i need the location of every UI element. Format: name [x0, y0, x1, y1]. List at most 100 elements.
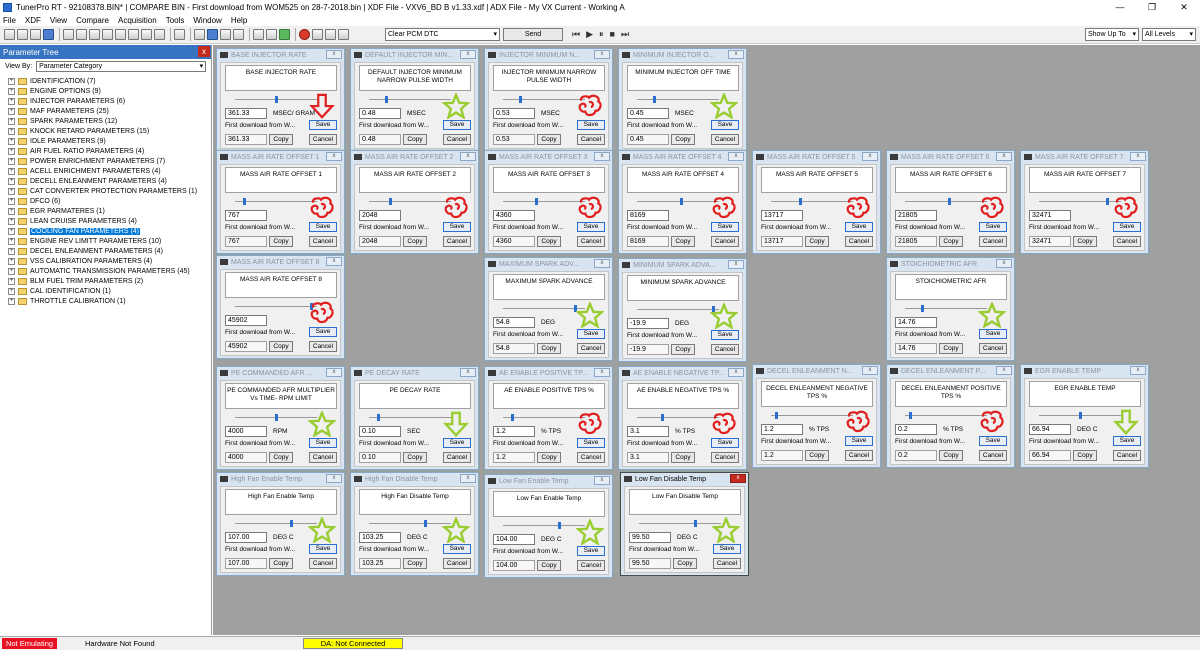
value-slider[interactable] — [235, 414, 317, 421]
parameter-window[interactable]: Low Fan Enable Temp x Low Fan Enable Temp 1… — [484, 474, 613, 578]
tree-item[interactable]: + ENGINE OPTIONS (9) — [8, 86, 211, 96]
slider-thumb[interactable] — [290, 520, 293, 527]
value-input[interactable]: -19.9 — [627, 318, 669, 329]
maximize-icon[interactable]: ❐ — [1136, 0, 1168, 14]
tree-item[interactable]: + LEAN CRUISE PARAMETERS (4) — [8, 216, 211, 226]
menu-help[interactable]: Help — [231, 16, 247, 25]
window-close-button[interactable]: x — [728, 260, 744, 269]
copy-button[interactable]: Copy — [269, 452, 293, 463]
window-close-button[interactable]: x — [460, 474, 476, 483]
cancel-button[interactable]: Cancel — [979, 343, 1007, 354]
value-input[interactable]: 767 — [225, 210, 267, 221]
parameter-window-titlebar[interactable]: MASS AIR RATE OFFSET 4 x — [619, 151, 746, 163]
copy-button[interactable]: Copy — [939, 343, 963, 354]
parameter-window-titlebar[interactable]: DEFAULT INJECTOR MIN... x — [351, 49, 478, 61]
parameter-window[interactable]: High Fan Disable Temp x High Fan Disable T… — [350, 472, 479, 576]
menu-tools[interactable]: Tools — [166, 16, 185, 25]
parameter-window-titlebar[interactable]: EGR ENABLE TEMP x — [1021, 365, 1148, 377]
expand-icon[interactable]: + — [8, 117, 15, 125]
tree-item[interactable]: + POWER ENRICHMENT PARAMETERS (7) — [8, 156, 211, 166]
value-slider[interactable] — [503, 96, 585, 103]
parameter-window-titlebar[interactable]: INJECTOR MINIMUM N... x — [485, 49, 612, 61]
slider-thumb[interactable] — [694, 520, 697, 527]
cancel-button[interactable]: Cancel — [711, 452, 739, 463]
cancel-button[interactable]: Cancel — [577, 343, 605, 354]
list-icon[interactable] — [115, 29, 126, 40]
cancel-button[interactable]: Cancel — [711, 344, 739, 355]
value-slider[interactable] — [503, 414, 585, 421]
window-close-button[interactable]: x — [594, 368, 610, 377]
expand-icon[interactable]: + — [8, 237, 15, 245]
save-button[interactable]: Save — [577, 438, 605, 448]
unlink-icon[interactable] — [266, 29, 277, 40]
expand-icon[interactable]: + — [8, 287, 15, 295]
copy-button[interactable]: Copy — [805, 450, 829, 461]
menu-window[interactable]: Window — [193, 16, 221, 25]
window-close-button[interactable]: x — [594, 152, 610, 161]
window-close-button[interactable]: x — [862, 152, 878, 161]
expand-icon[interactable]: + — [8, 257, 15, 265]
value-input[interactable]: 13717 — [761, 210, 803, 221]
log-icon[interactable] — [312, 29, 323, 40]
window-close-button[interactable]: x — [460, 368, 476, 377]
value-slider[interactable] — [637, 198, 719, 205]
menu-xdf[interactable]: XDF — [25, 16, 41, 25]
value-input[interactable]: 104.00 — [493, 534, 535, 545]
menu-acquisition[interactable]: Acquisition — [118, 16, 157, 25]
parameter-window-titlebar[interactable]: MASS AIR RATE OFFSET 1 x — [217, 151, 344, 163]
open-folder-icon[interactable] — [194, 29, 205, 40]
cancel-button[interactable]: Cancel — [309, 452, 337, 463]
value-slider[interactable] — [771, 412, 853, 419]
window-close-button[interactable]: x — [730, 474, 746, 483]
levels-select[interactable]: All Levels — [1142, 28, 1196, 41]
table-icon[interactable] — [63, 29, 74, 40]
window-close-button[interactable]: x — [594, 476, 610, 485]
window-close-button[interactable]: x — [728, 152, 744, 161]
value-slider[interactable] — [235, 96, 317, 103]
value-input[interactable]: 8169 — [627, 210, 669, 221]
settings-icon[interactable] — [141, 29, 152, 40]
value-input[interactable]: 4000 — [225, 426, 267, 437]
playback-icon[interactable] — [325, 29, 336, 40]
tree-item[interactable]: + MAF PARAMETERS (25) — [8, 106, 211, 116]
parameter-window[interactable]: DECEL ENLEANMENT N... x DECEL ENLEANMENT N… — [752, 364, 881, 468]
expand-icon[interactable]: + — [8, 247, 15, 255]
value-input[interactable]: 54.8 — [493, 317, 535, 328]
window-close-button[interactable]: x — [594, 259, 610, 268]
expand-icon[interactable]: + — [8, 97, 15, 105]
copy-button[interactable]: Copy — [671, 452, 695, 463]
parameter-window[interactable]: MASS AIR RATE OFFSET 2 x MASS AIR RATE OFF… — [350, 150, 479, 254]
open-xdf-icon[interactable] — [17, 29, 28, 40]
value-input[interactable]: 3.1 — [627, 426, 669, 437]
parameter-window[interactable]: MASS AIR RATE OFFSET 4 x MASS AIR RATE OFF… — [618, 150, 747, 254]
save-button[interactable]: Save — [577, 546, 605, 556]
save-button[interactable]: Save — [845, 436, 873, 446]
search-icon[interactable] — [102, 29, 113, 40]
tree-item[interactable]: + COOLING FAN PARAMETERS (4) — [8, 226, 211, 236]
window-close-button[interactable]: x — [326, 257, 342, 266]
tree-item[interactable]: + ENGINE REV LIMITT PARAMETERS (10) — [8, 236, 211, 246]
copy-button[interactable]: Copy — [671, 134, 695, 145]
expand-icon[interactable]: + — [8, 267, 15, 275]
parameter-window[interactable]: High Fan Enable Temp x High Fan Enable Tem… — [216, 472, 345, 576]
tree-item[interactable]: + DFCO (6) — [8, 196, 211, 206]
window-close-button[interactable]: x — [996, 259, 1012, 268]
tree-item[interactable]: + BLM FUEL TRIM PARAMETERS (2) — [8, 276, 211, 286]
copy-button[interactable]: Copy — [537, 560, 561, 571]
menu-compare[interactable]: Compare — [76, 16, 109, 25]
value-input[interactable]: 0.2 — [895, 424, 937, 435]
save-button[interactable]: Save — [711, 438, 739, 448]
parameter-window-titlebar[interactable]: MASS AIR RATE OFFSET 8 x — [217, 256, 344, 268]
value-slider[interactable] — [235, 198, 317, 205]
parameter-window-titlebar[interactable]: AE ENABLE NEGATIVE TP... x — [619, 367, 746, 379]
cancel-button[interactable]: Cancel — [443, 134, 471, 145]
save-button[interactable]: Save — [309, 327, 337, 337]
copy-button[interactable]: Copy — [269, 134, 293, 145]
copy-button[interactable]: Copy — [673, 558, 697, 569]
parameter-window-titlebar[interactable]: MASS AIR RATE OFFSET 3 x — [485, 151, 612, 163]
expand-icon[interactable]: + — [8, 277, 15, 285]
bookmark-icon[interactable] — [128, 29, 139, 40]
cancel-button[interactable]: Cancel — [845, 236, 873, 247]
copy-button[interactable]: Copy — [939, 450, 963, 461]
save-button[interactable]: Save — [443, 222, 471, 232]
